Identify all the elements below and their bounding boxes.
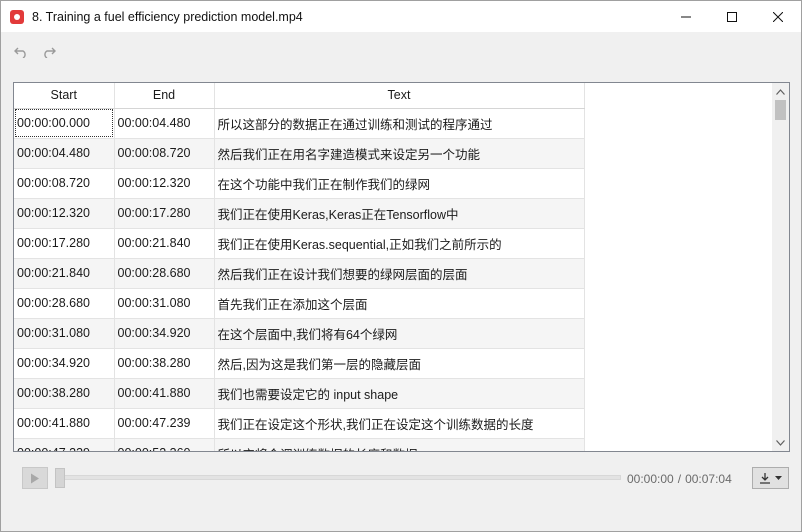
- cell-text[interactable]: 我们正在使用Keras.sequential,正如我们之前所示的: [214, 228, 585, 259]
- cell-text[interactable]: 然后,因为这是我们第一层的隐藏层面: [214, 348, 585, 379]
- undo-icon: [14, 47, 26, 58]
- seek-track[interactable]: [57, 475, 621, 480]
- seek-slider-handle[interactable]: [55, 468, 65, 488]
- cell-text[interactable]: 我们正在使用Keras,Keras正在Tensorflow中: [214, 198, 585, 229]
- column-header-text[interactable]: Text: [214, 83, 585, 109]
- scroll-down-button[interactable]: [772, 434, 789, 451]
- table-row[interactable]: 00:00:38.280 00:00:41.880 我们也需要设定它的 input …: [14, 378, 585, 409]
- window-controls: [663, 1, 801, 32]
- redo-button[interactable]: [37, 40, 61, 64]
- cell-start[interactable]: 00:00:41.880: [14, 408, 115, 439]
- cell-text[interactable]: 我们也需要设定它的 input shape: [214, 378, 585, 409]
- table-row[interactable]: 00:00:00.000 00:00:04.480 所以这部分的数据正在通过训练和测…: [14, 108, 585, 139]
- minimize-icon: [681, 16, 691, 17]
- cell-end[interactable]: 00:00:21.840: [114, 228, 215, 259]
- cell-end[interactable]: 00:00:31.080: [114, 288, 215, 319]
- chevron-up-icon: [776, 88, 785, 95]
- time-separator: /: [677, 472, 682, 486]
- redo-icon: [44, 47, 56, 58]
- cell-start[interactable]: 00:00:17.280: [14, 228, 115, 259]
- player-bar: 00:00:00 / 00:07:04: [1, 456, 801, 501]
- table-row[interactable]: 00:00:08.720 00:00:12.320 在这个功能中我们正在制作我们的绿…: [14, 168, 585, 199]
- window-title: 8. Training a fuel efficiency prediction…: [32, 9, 303, 24]
- current-time: 00:00:00: [627, 472, 674, 486]
- cell-start[interactable]: 00:00:31.080: [14, 318, 115, 349]
- cell-start[interactable]: 00:00:04.480: [14, 138, 115, 169]
- maximize-icon: [727, 11, 737, 22]
- table-row[interactable]: 00:00:28.680 00:00:31.080 首先我们正在添加这个层面: [14, 288, 585, 319]
- close-button[interactable]: [755, 1, 801, 32]
- cell-text[interactable]: 我们正在设定这个形状,我们正在设定这个训练数据的长度: [214, 408, 585, 439]
- cell-end[interactable]: 00:00:47.239: [114, 408, 215, 439]
- cell-start[interactable]: 00:00:34.920: [14, 348, 115, 379]
- table-row[interactable]: 00:00:31.080 00:00:34.920 在这个层面中,我们将有64个绿网: [14, 318, 585, 349]
- download-button[interactable]: [752, 467, 789, 489]
- table-row[interactable]: 00:00:04.480 00:00:08.720 然后我们正在用名字建造模式来设定…: [14, 138, 585, 169]
- table-row[interactable]: 00:00:34.920 00:00:38.280 然后,因为这是我们第一层的隐藏层…: [14, 348, 585, 379]
- column-header-end[interactable]: End: [114, 83, 215, 109]
- cell-start[interactable]: 00:00:00.000: [14, 108, 115, 139]
- chevron-down-icon: [775, 475, 782, 480]
- table-row[interactable]: 00:00:17.280 00:00:21.840 我们正在使用Keras.sequ…: [14, 228, 585, 259]
- subtitle-table: Start End Text 00:00:00.000 00:00:04.480 所…: [14, 83, 585, 451]
- table-body: 00:00:00.000 00:00:04.480 所以这部分的数据正在通过训练和测…: [14, 108, 585, 451]
- download-icon: [760, 473, 770, 484]
- toolbar: [1, 32, 801, 72]
- cell-text[interactable]: 所以这部分的数据正在通过训练和测试的程序通过: [214, 108, 585, 139]
- cell-text[interactable]: 所以它将会调训练数据的长度和数据: [214, 438, 585, 451]
- undo-button[interactable]: [9, 40, 33, 64]
- cell-start[interactable]: 00:00:21.840: [14, 258, 115, 289]
- title-bar: 8. Training a fuel efficiency prediction…: [1, 1, 801, 32]
- close-icon: [773, 11, 783, 22]
- cell-start[interactable]: 00:00:47.239: [14, 438, 115, 451]
- cell-text[interactable]: 然后我们正在设计我们想要的绿网层面的层面: [214, 258, 585, 289]
- cell-text[interactable]: 首先我们正在添加这个层面: [214, 288, 585, 319]
- video-app-icon: [10, 9, 24, 24]
- cell-text[interactable]: 在这个层面中,我们将有64个绿网: [214, 318, 585, 349]
- table-row[interactable]: 00:00:47.23900:00:52.360所以它将会调训练数据的长度和数据: [14, 438, 585, 451]
- maximize-button[interactable]: [709, 1, 755, 32]
- table-header-row: Start End Text: [14, 83, 585, 109]
- cell-end[interactable]: 00:00:38.280: [114, 348, 215, 379]
- time-display: 00:00:00 / 00:07:04: [627, 472, 732, 486]
- minimize-button[interactable]: [663, 1, 709, 32]
- app-window: 8. Training a fuel efficiency prediction…: [0, 0, 802, 532]
- cell-end[interactable]: 00:00:41.880: [114, 378, 215, 409]
- scroll-up-button[interactable]: [772, 83, 789, 100]
- table-row[interactable]: 00:00:41.880 00:00:47.239 我们正在设定这个形状,我们正在设…: [14, 408, 585, 439]
- cell-text[interactable]: 在这个功能中我们正在制作我们的绿网: [214, 168, 585, 199]
- cell-end[interactable]: 00:00:28.680: [114, 258, 215, 289]
- column-header-start[interactable]: Start: [14, 83, 115, 109]
- cell-start[interactable]: 00:00:28.680: [14, 288, 115, 319]
- table-row[interactable]: 00:00:21.840 00:00:28.680 然后我们正在设计我们想要的绿网层…: [14, 258, 585, 289]
- scroll-thumb[interactable]: [775, 100, 786, 120]
- cell-end[interactable]: 00:00:12.320: [114, 168, 215, 199]
- cell-end[interactable]: 00:00:52.360: [114, 438, 215, 451]
- table-row[interactable]: 00:00:12.320 00:00:17.280 我们正在使用Keras,Kera…: [14, 198, 585, 229]
- play-icon: [31, 473, 39, 483]
- subtitle-table-frame: Start End Text 00:00:00.000 00:00:04.480 所…: [13, 82, 790, 452]
- cell-end[interactable]: 00:00:04.480: [114, 108, 215, 139]
- cell-start[interactable]: 00:00:08.720: [14, 168, 115, 199]
- cell-end[interactable]: 00:00:08.720: [114, 138, 215, 169]
- cell-start[interactable]: 00:00:38.280: [14, 378, 115, 409]
- total-time: 00:07:04: [685, 472, 732, 486]
- chevron-down-icon: [776, 439, 785, 446]
- cell-start[interactable]: 00:00:12.320: [14, 198, 115, 229]
- play-button[interactable]: [22, 467, 48, 489]
- vertical-scrollbar[interactable]: [772, 83, 789, 451]
- cell-end[interactable]: 00:00:17.280: [114, 198, 215, 229]
- cell-end[interactable]: 00:00:34.920: [114, 318, 215, 349]
- cell-text[interactable]: 然后我们正在用名字建造模式来设定另一个功能: [214, 138, 585, 169]
